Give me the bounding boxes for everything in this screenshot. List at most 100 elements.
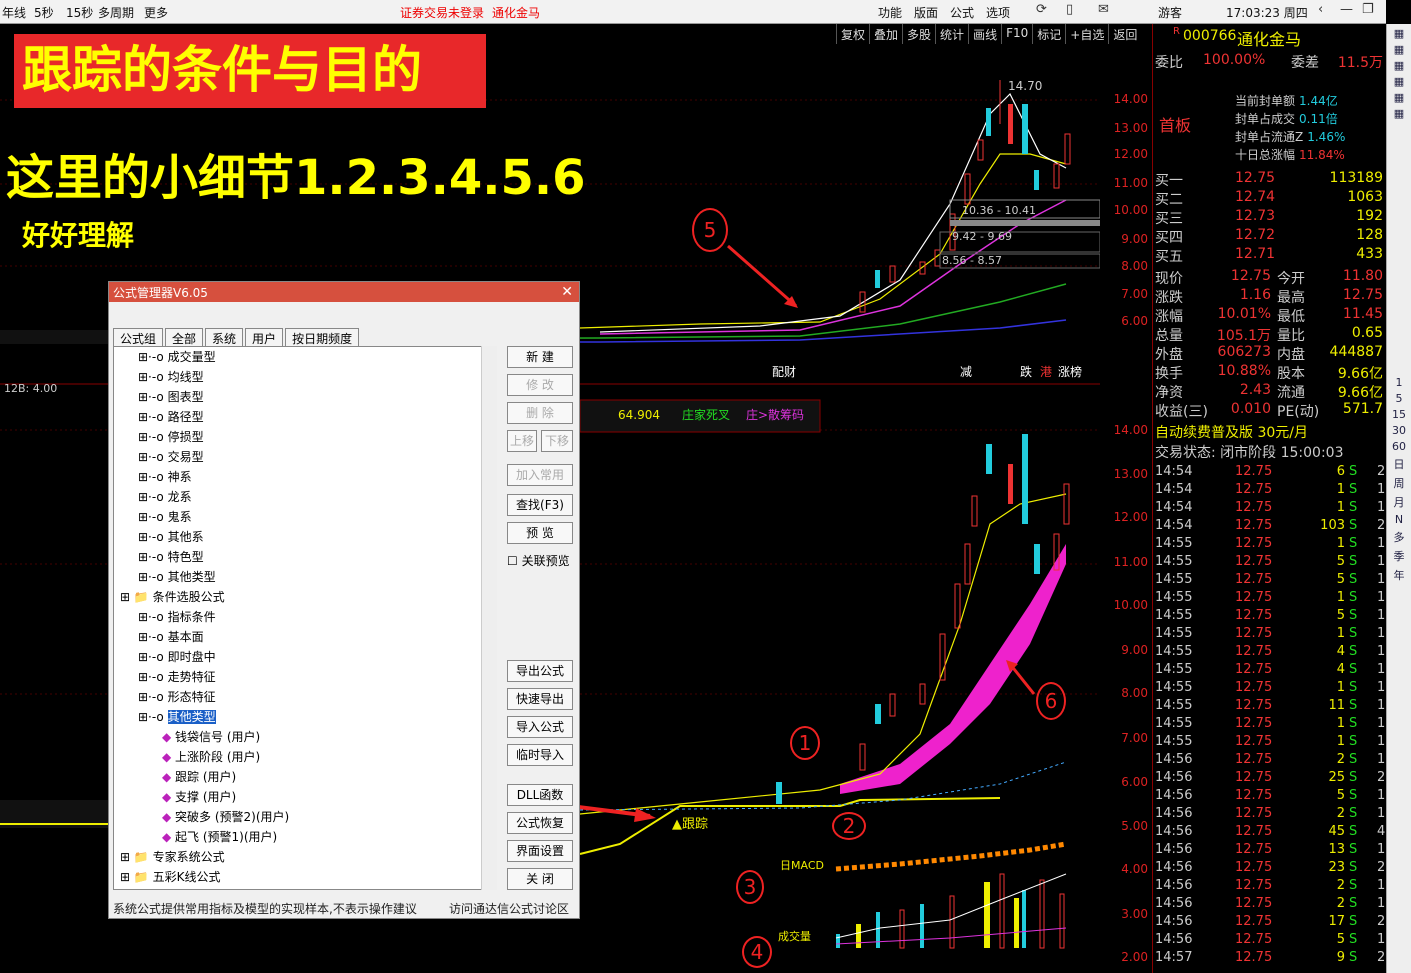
sidebar-tool-icon[interactable]: ▦	[1388, 27, 1410, 40]
tree-item[interactable]: ⊞·-o 其他类型	[114, 567, 496, 587]
tree-item[interactable]: ⊞·-o 路径型	[114, 407, 496, 427]
tree-item[interactable]: ◆ 钱袋信号 (用户)	[114, 727, 496, 747]
dialog-button[interactable]: 公式恢复	[507, 812, 573, 834]
tab-system[interactable]: 系统	[205, 328, 244, 348]
tree-item[interactable]: ◆ 突破多 (预警2)(用户)	[114, 807, 496, 827]
close-icon[interactable]: ✕	[561, 284, 573, 300]
tree-item-label: 停损型	[167, 430, 204, 444]
sidebar-period[interactable]: 周	[1388, 475, 1410, 491]
sidebar-period[interactable]: 年	[1388, 567, 1410, 583]
tab-formula-group[interactable]: 公式组	[113, 328, 164, 348]
tree-item[interactable]: ⊞·-o 鬼系	[114, 507, 496, 527]
tree-item[interactable]: ⊞·-o 走势特征	[114, 667, 496, 687]
menu-formula[interactable]: 公式	[950, 6, 974, 20]
sidebar-tool-icon[interactable]: ▦	[1388, 91, 1410, 104]
sidebar-period[interactable]: 60	[1388, 440, 1410, 453]
dialog-button[interactable]: 下移	[541, 430, 573, 452]
phone-icon[interactable]: ▯	[1066, 2, 1073, 17]
dialog-button[interactable]: 界面设置	[507, 840, 573, 862]
dialog-button[interactable]: 预 览	[507, 522, 573, 544]
tool-multi[interactable]: 多股	[902, 24, 935, 44]
period-tab-multi[interactable]: 多周期	[98, 4, 134, 21]
sidebar-tool-icon[interactable]: ▦	[1388, 107, 1410, 120]
tree-item[interactable]: ⊞·-o 指标条件	[114, 607, 496, 627]
formula-tree[interactable]: ⊞·-o 成交量型 ⊞·-o 均线型 ⊞·-o 图表型 ⊞·-o 路径型 ⊞·-o 停损…	[113, 346, 497, 890]
tree-item[interactable]: ⊞·-o 特色型	[114, 547, 496, 567]
dialog-button[interactable]: 删 除	[507, 402, 573, 424]
menu-function[interactable]: 功能	[878, 6, 902, 20]
tree-item[interactable]: ⊞ 📁 条件选股公式	[114, 587, 496, 607]
dialog-button[interactable]: 快速导出	[507, 688, 573, 710]
sidebar-tool-icon[interactable]: ▦	[1388, 75, 1410, 88]
bid-row[interactable]: 买四 12.72 128	[1155, 227, 1385, 246]
tool-mark[interactable]: 标记	[1032, 24, 1065, 44]
tree-item[interactable]: ⊞·-o 即时盘中	[114, 647, 496, 667]
tree-item[interactable]: ◆ 跟踪 (用户)	[114, 767, 496, 787]
tool-overlay[interactable]: 叠加	[869, 24, 902, 44]
period-tab-15s[interactable]: 15秒	[66, 4, 93, 21]
tree-item[interactable]: ⊞·-o 形态特征	[114, 687, 496, 707]
period-tab-more[interactable]: 更多	[144, 4, 168, 21]
dialog-button[interactable]: DLL函数	[507, 784, 573, 806]
sidebar-period[interactable]: 5	[1388, 392, 1410, 405]
dialog-button[interactable]: 临时导入	[507, 744, 573, 766]
sidebar-period[interactable]: 日	[1388, 456, 1410, 472]
sidebar-period[interactable]: 季	[1388, 548, 1410, 564]
tree-item[interactable]: ⊞·-o 均线型	[114, 367, 496, 387]
tree-item[interactable]: ⊞ 📁 五彩K线公式	[114, 867, 496, 887]
tool-f10[interactable]: F10	[1001, 24, 1032, 44]
seal-row: 封单占成交 0.11倍	[1235, 110, 1338, 127]
bid-row[interactable]: 买三 12.73 192	[1155, 208, 1385, 227]
dialog-button[interactable]: 导入公式	[507, 716, 573, 738]
sidebar-period[interactable]: 30	[1388, 424, 1410, 437]
tree-item[interactable]: ⊞·-o 神系	[114, 467, 496, 487]
refresh-icon[interactable]: ⟳	[1036, 2, 1047, 17]
maximize-icon[interactable]: ❐	[1362, 2, 1374, 17]
tab-by-frequency[interactable]: 按日期频度	[285, 328, 360, 348]
dialog-button[interactable]: 新 建	[507, 346, 573, 368]
tree-item[interactable]: ⊞·-o 基本面	[114, 627, 496, 647]
menu-options[interactable]: 选项	[986, 6, 1010, 20]
dialog-button[interactable]: 上移	[507, 430, 537, 452]
menu-layout[interactable]: 版面	[914, 6, 938, 20]
forum-link[interactable]: 访问通达信公式讨论区	[449, 900, 569, 917]
tree-item[interactable]: ⊞·-o 交易型	[114, 447, 496, 467]
tree-item[interactable]: ⊞·-o 龙系	[114, 487, 496, 507]
bid-row[interactable]: 买一 12.75 113189	[1155, 170, 1385, 189]
promo-text[interactable]: 自动续费普及版 30元/月	[1155, 422, 1308, 442]
tab-user[interactable]: 用户	[245, 328, 284, 348]
preview-checkbox[interactable]: ☐ 关联预览	[507, 552, 570, 569]
sidebar-period[interactable]: 15	[1388, 408, 1410, 421]
minimize-icon[interactable]: —	[1340, 2, 1353, 17]
sidebar-period[interactable]: N	[1388, 513, 1410, 526]
dialog-button[interactable]: 加入常用	[507, 464, 573, 486]
sidebar-period[interactable]: 月	[1388, 494, 1410, 510]
tab-all[interactable]: 全部	[165, 328, 204, 348]
period-tab-5s[interactable]: 5秒	[34, 4, 54, 21]
tool-draw[interactable]: 画线	[968, 24, 1001, 44]
tree-item[interactable]: ◆ 上涨阶段 (用户)	[114, 747, 496, 767]
bid-row[interactable]: 买二 12.74 1063	[1155, 189, 1385, 208]
period-label[interactable]: 年线	[2, 4, 26, 21]
dialog-button[interactable]: 关 闭	[507, 868, 573, 890]
tree-item[interactable]: ⊞ 📁 专家系统公式	[114, 847, 496, 867]
tree-item[interactable]: ⊞·-o 停损型	[114, 427, 496, 447]
dialog-button[interactable]: 查找(F3)	[507, 494, 573, 516]
tree-item[interactable]: ◆ 起飞 (预警1)(用户)	[114, 827, 496, 847]
dialog-button[interactable]: 修 改	[507, 374, 573, 396]
sidebar-period[interactable]: 多	[1388, 529, 1410, 545]
sidebar-tool-icon[interactable]: ▦	[1388, 43, 1410, 56]
tree-item[interactable]: ⊞·-o 其他系	[114, 527, 496, 547]
tree-item[interactable]: ◆ 支撑 (用户)	[114, 787, 496, 807]
tree-item[interactable]: ⊞·-o 其他类型	[114, 707, 496, 727]
back-icon[interactable]: ‹	[1318, 2, 1323, 17]
sidebar-period[interactable]: 1	[1388, 376, 1410, 389]
tree-item[interactable]: ⊞·-o 成交量型	[114, 347, 496, 367]
tree-item[interactable]: ⊞·-o 图表型	[114, 387, 496, 407]
tool-stats[interactable]: 统计	[935, 24, 968, 44]
tool-fuquan[interactable]: 复权	[836, 24, 869, 44]
sidebar-tool-icon[interactable]: ▦	[1388, 59, 1410, 72]
bid-row[interactable]: 买五 12.71 433	[1155, 246, 1385, 265]
tree-scrollbar[interactable]	[481, 346, 497, 890]
dialog-button[interactable]: 导出公式	[507, 660, 573, 682]
